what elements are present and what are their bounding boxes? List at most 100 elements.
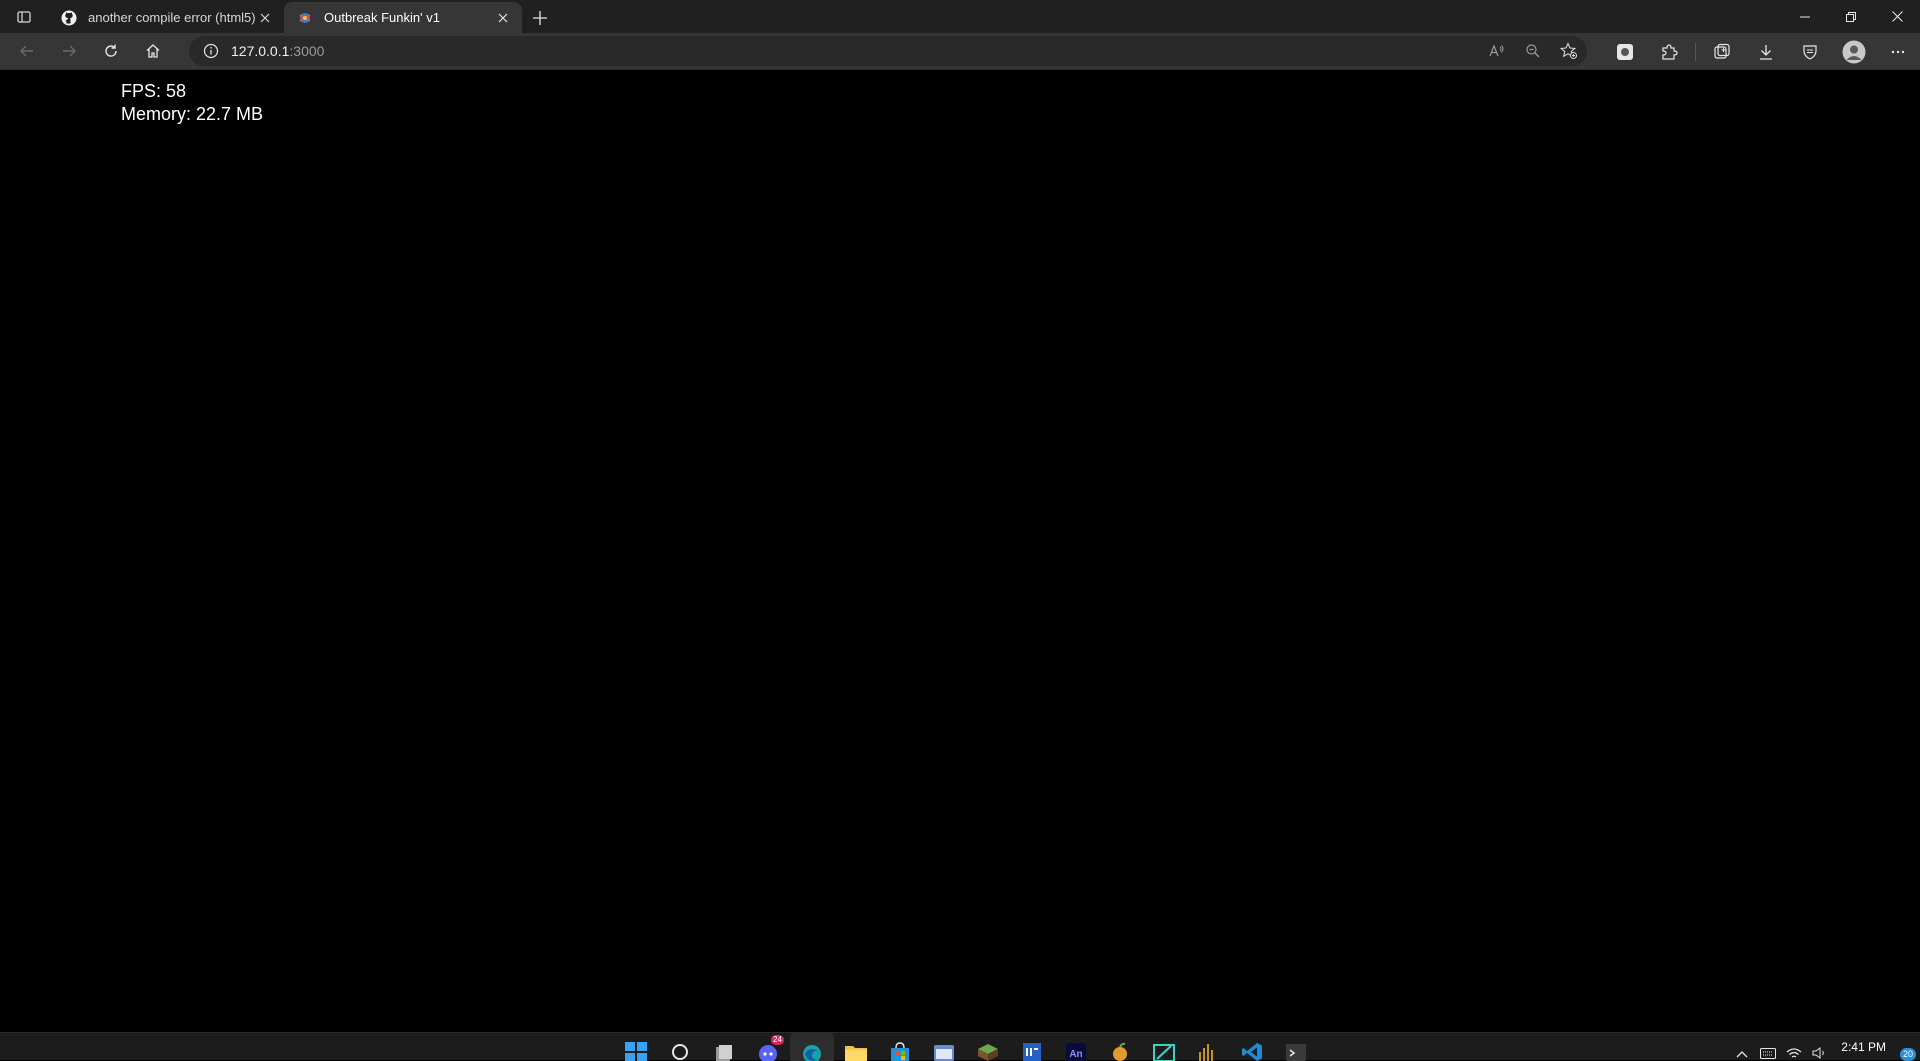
notification-count: 20 xyxy=(1899,1048,1916,1061)
taskbar-clock[interactable]: 2:41 PM xyxy=(1833,1040,1896,1054)
close-icon xyxy=(498,13,508,22)
minecraft-block-icon xyxy=(978,1044,998,1061)
keyboard-button[interactable] xyxy=(1755,1033,1781,1061)
notification-center-button[interactable]: 20 xyxy=(1896,1033,1920,1061)
toolbar: 127.0.0.1:3000 xyxy=(0,33,1920,70)
favorite-button[interactable] xyxy=(1551,36,1587,66)
taskbar-file-explorer[interactable] xyxy=(834,1033,878,1061)
taskbar-adobe-animate[interactable]: An xyxy=(1054,1033,1098,1061)
wifi-icon xyxy=(1786,1048,1802,1058)
restore-icon xyxy=(1846,11,1856,22)
taskbar-apps: 24 An xyxy=(614,1033,1318,1061)
speaker-icon xyxy=(1812,1047,1825,1059)
adobe-animate-icon: An xyxy=(1066,1043,1086,1061)
profile-button[interactable] xyxy=(1832,33,1876,70)
taskbar-vscode[interactable] xyxy=(1230,1033,1274,1061)
downloads-button[interactable] xyxy=(1744,33,1788,70)
extension-button[interactable] xyxy=(1603,33,1647,70)
url-port: :3000 xyxy=(289,43,325,59)
extensions-button[interactable] xyxy=(1647,33,1691,70)
zoom-button[interactable] xyxy=(1515,36,1551,66)
taskbar-minecraft[interactable] xyxy=(966,1033,1010,1061)
folder-icon xyxy=(845,1046,867,1061)
browser-essentials-button[interactable] xyxy=(1788,33,1832,70)
settings-more-button[interactable] xyxy=(1876,33,1920,70)
home-icon xyxy=(146,44,160,58)
windows-start-icon xyxy=(625,1042,647,1061)
site-info-icon[interactable] xyxy=(201,41,221,61)
collections-button[interactable] xyxy=(1700,33,1744,70)
github-icon xyxy=(60,9,78,27)
edge-icon xyxy=(803,1045,821,1061)
minimize-button[interactable] xyxy=(1782,0,1828,33)
close-window-button[interactable] xyxy=(1874,0,1920,33)
memory-counter: Memory: 22.7 MB xyxy=(121,104,264,124)
taskbar-terminal[interactable] xyxy=(1274,1033,1318,1061)
star-add-icon xyxy=(1560,42,1577,59)
extension-badge-icon xyxy=(1617,43,1633,60)
address-bar[interactable]: 127.0.0.1:3000 xyxy=(189,36,1587,66)
collections-icon xyxy=(1714,43,1730,59)
debug-stats: FPS: 58 Memory: 22.7 MB xyxy=(121,80,263,126)
more-horizontal-icon xyxy=(1891,50,1905,53)
puzzle-icon xyxy=(1662,43,1678,60)
volume-button[interactable] xyxy=(1807,1033,1833,1061)
close-icon xyxy=(1891,11,1903,22)
notification-badge: 24 xyxy=(771,1035,784,1045)
refresh-button[interactable] xyxy=(90,35,132,67)
game-favicon-icon xyxy=(296,9,314,27)
taskbar-drawing-app[interactable] xyxy=(1142,1033,1186,1061)
forward-button[interactable] xyxy=(48,35,90,67)
terminal-icon xyxy=(1286,1044,1306,1061)
vscode-icon xyxy=(1242,1043,1262,1061)
taskbar-fl-studio[interactable] xyxy=(1098,1033,1142,1061)
download-icon xyxy=(1760,44,1772,60)
taskbar-edge[interactable] xyxy=(790,1033,834,1061)
read-aloud-icon xyxy=(1489,44,1504,57)
taskbar-intellij[interactable] xyxy=(1010,1033,1054,1061)
restore-button[interactable] xyxy=(1828,0,1874,33)
home-button[interactable] xyxy=(132,35,174,67)
taskbar: 24 An 2:41 PM 20 xyxy=(0,1032,1920,1061)
plus-icon xyxy=(533,10,547,25)
new-tab-button[interactable] xyxy=(522,2,558,33)
tab-title: another compile error (html5) · I xyxy=(88,10,256,25)
audio-bars-icon xyxy=(1199,1044,1213,1061)
tab-close-button[interactable] xyxy=(494,9,512,27)
back-button[interactable] xyxy=(6,35,48,67)
start-button[interactable] xyxy=(614,1033,658,1061)
toolbar-separator xyxy=(1695,42,1696,61)
close-icon xyxy=(260,13,270,22)
app-window-icon xyxy=(934,1045,954,1061)
search-button[interactable] xyxy=(658,1033,702,1061)
taskbar-discord[interactable]: 24 xyxy=(746,1033,790,1061)
network-button[interactable] xyxy=(1781,1033,1807,1061)
tab-github[interactable]: another compile error (html5) · I xyxy=(48,2,284,33)
page-viewport[interactable]: FPS: 58 Memory: 22.7 MB xyxy=(0,70,1920,1032)
pen-tool-icon xyxy=(1153,1044,1175,1061)
heart-shield-icon xyxy=(1803,44,1817,60)
tab-actions-icon xyxy=(17,10,31,23)
ide-icon xyxy=(1023,1043,1041,1061)
search-icon xyxy=(672,1044,688,1060)
store-icon xyxy=(891,1042,909,1061)
zoom-out-icon xyxy=(1526,44,1540,58)
url-host: 127.0.0.1 xyxy=(231,43,290,59)
taskbar-store[interactable] xyxy=(878,1033,922,1061)
task-view-button[interactable] xyxy=(702,1033,746,1061)
show-hidden-icons-button[interactable] xyxy=(1729,1033,1755,1061)
tab-outbreak-funkin[interactable]: Outbreak Funkin' v1 xyxy=(284,2,522,33)
tab-close-button[interactable] xyxy=(256,9,274,27)
tab-title: Outbreak Funkin' v1 xyxy=(324,10,440,25)
tab-actions-button[interactable] xyxy=(0,0,48,33)
address-bar-actions xyxy=(1479,36,1587,66)
read-aloud-button[interactable] xyxy=(1479,36,1515,66)
task-view-icon xyxy=(716,1045,732,1061)
svg-text:An: An xyxy=(1069,1049,1082,1060)
taskbar-app-window[interactable] xyxy=(922,1033,966,1061)
arrow-left-icon xyxy=(20,45,33,57)
keyboard-icon xyxy=(1760,1048,1777,1059)
arrow-right-icon xyxy=(63,45,76,57)
taskbar-audio-app[interactable] xyxy=(1186,1033,1230,1061)
refresh-icon xyxy=(105,44,117,57)
